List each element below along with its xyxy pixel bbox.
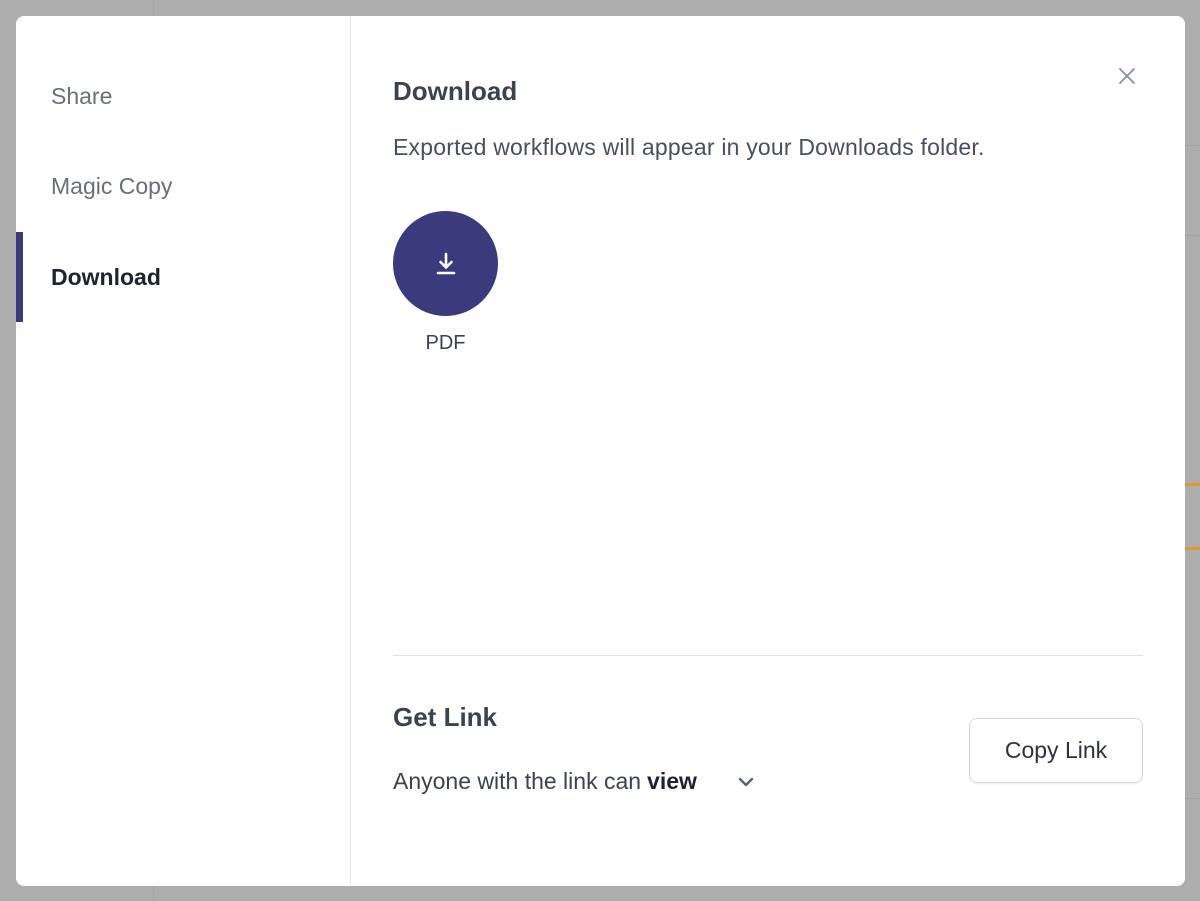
modal-sidebar: Share Magic Copy Download [16, 16, 351, 886]
background-accent-line [1185, 483, 1200, 486]
background-divider [1185, 145, 1200, 146]
chevron-down-icon [735, 771, 757, 793]
sidebar-item-download[interactable]: Download [16, 232, 351, 322]
permission-prefix: Anyone with the link can [393, 768, 642, 794]
section-divider [393, 655, 1143, 656]
background-divider [1185, 798, 1200, 799]
share-modal: Share Magic Copy Download Download Expor… [16, 16, 1185, 886]
get-link-title: Get Link [393, 702, 498, 732]
background-divider [1185, 235, 1200, 236]
background-accent-line [1185, 547, 1200, 550]
download-icon [436, 252, 455, 274]
sidebar-item-share[interactable]: Share [16, 51, 351, 141]
link-permission-dropdown[interactable]: Anyone with the link can view [393, 768, 757, 795]
pdf-label: PDF [425, 332, 466, 354]
download-pdf-button[interactable]: PDF [393, 211, 498, 355]
copy-link-button[interactable]: Copy Link [969, 718, 1143, 783]
download-description: Exported workflows will appear in your D… [393, 134, 985, 160]
sidebar-item-magic-copy[interactable]: Magic Copy [16, 141, 351, 231]
download-section-title: Download [393, 76, 518, 106]
pdf-download-circle[interactable] [393, 211, 498, 316]
close-icon [1119, 68, 1135, 84]
sidebar-item-label: Share [51, 82, 113, 109]
permission-value: view [647, 768, 697, 794]
close-button[interactable] [1113, 62, 1141, 90]
modal-content: Download Exported workflows will appear … [351, 16, 1185, 886]
sidebar-item-label: Magic Copy [51, 172, 173, 199]
sidebar-item-label: Download [51, 263, 161, 290]
